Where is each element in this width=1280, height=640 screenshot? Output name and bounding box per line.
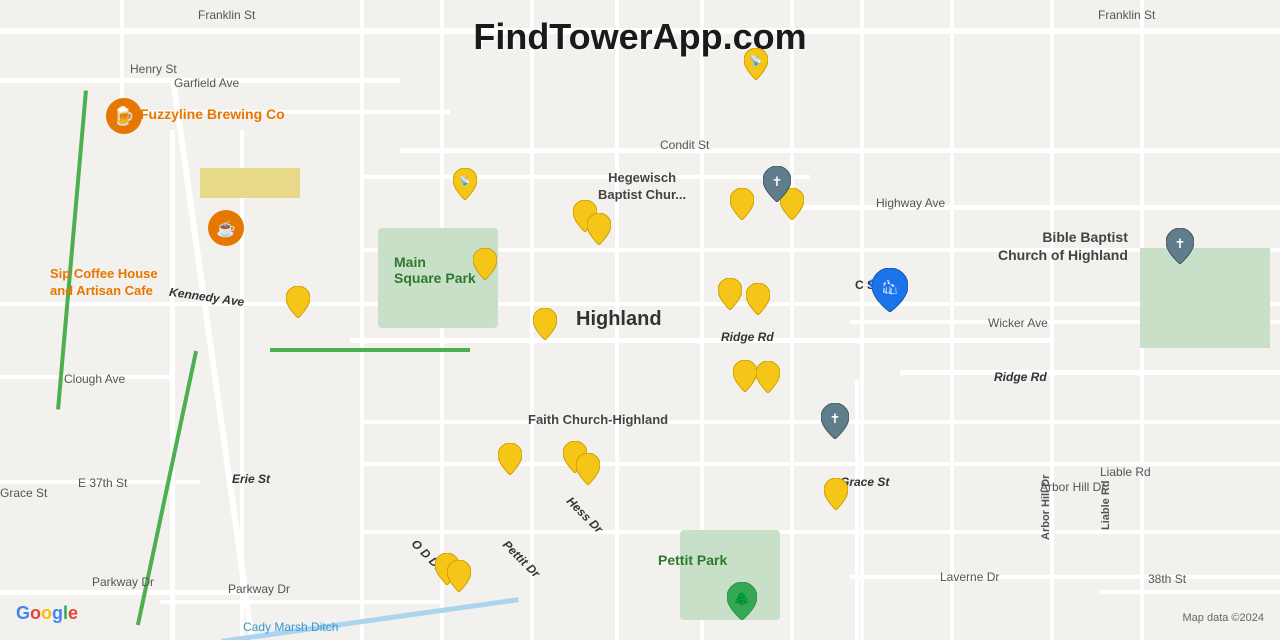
tower-pin-13[interactable] [756,361,780,398]
tower-pin-10[interactable] [746,283,770,320]
svg-text:🍺: 🍺 [113,105,135,126]
tower-pin-8[interactable] [286,286,310,323]
tower-pin-2[interactable]: 📡 [453,168,477,205]
ridge-rd2-road [900,370,1280,375]
tower-pin-19[interactable] [447,560,471,597]
building-block [200,168,300,198]
tower-pin-16[interactable] [576,453,600,490]
tower-pin-17[interactable] [824,478,848,515]
map-credit: Map data ©2024 [1183,612,1265,624]
cos-text: COS [869,276,897,291]
v-road-4 [615,0,619,640]
svg-text:✝: ✝ [772,174,783,189]
minor-h-2 [360,175,810,179]
tower-pin-12[interactable] [733,360,757,397]
v-road-1 [360,0,364,640]
church-pin-3[interactable]: ✝ [1166,228,1194,269]
minor-h-4 [0,302,1280,306]
kennedy-ave-road [170,130,175,640]
pettit-park-marker[interactable]: 🌲 [727,582,757,625]
minor-h-5 [360,420,1280,424]
parkway-dr2-road [160,600,440,604]
church-grounds [1140,248,1270,348]
laverne-dr-road [850,575,1280,579]
parkway-dr-road [0,590,260,595]
garfield-ave-road [0,78,400,83]
clough-ave-road [0,375,175,379]
tower-pin-5[interactable] [730,188,754,225]
sip-coffee-label: Sip Coffee Houseand Artisan Cafe [50,266,158,300]
tower-pin-14[interactable] [498,443,522,480]
tower-pin-9[interactable] [718,278,742,315]
v-road-7 [860,0,864,640]
svg-text:✝: ✝ [830,411,841,426]
bible-baptist-label: Bible BaptistChurch of Highland [998,228,1128,264]
v-road-6 [790,0,794,640]
svg-text:📡: 📡 [459,175,470,186]
map-container[interactable]: FindTowerApp.com Henry St Franklin St Fr… [0,0,1280,640]
svg-text:🌲: 🌲 [733,590,750,607]
minor-h-7 [360,530,1280,534]
hegewisch-label: HegewischBaptist Chur... [598,170,686,204]
green-route-3 [270,348,470,352]
tower-pin-4[interactable] [587,213,611,250]
sip-coffee-marker[interactable]: ☕ [208,210,244,259]
faith-church-label: Faith Church-Highland [528,412,668,429]
tower-pin-7[interactable] [473,248,497,285]
church-pin-2[interactable]: ✝ [821,403,849,444]
svg-text:☕: ☕ [216,219,236,238]
fuzzyline-label: Fuzzyline Brewing Co [140,106,285,122]
v-road-8 [950,0,954,640]
tower-pin-11[interactable] [533,308,557,345]
svg-text:✝: ✝ [1175,236,1186,251]
svg-text:📡: 📡 [750,54,763,67]
church-pin-1[interactable]: ✝ [763,166,791,207]
grace-st-road [855,380,859,640]
38th-st-road [1100,590,1280,594]
v-road-9 [1050,0,1054,640]
google-logo: Google [16,603,78,624]
fuzzyline-marker[interactable]: 🍺 [106,98,142,147]
tower-pin-1[interactable]: 📡 [744,48,768,85]
highway-ave-road [800,205,1280,210]
